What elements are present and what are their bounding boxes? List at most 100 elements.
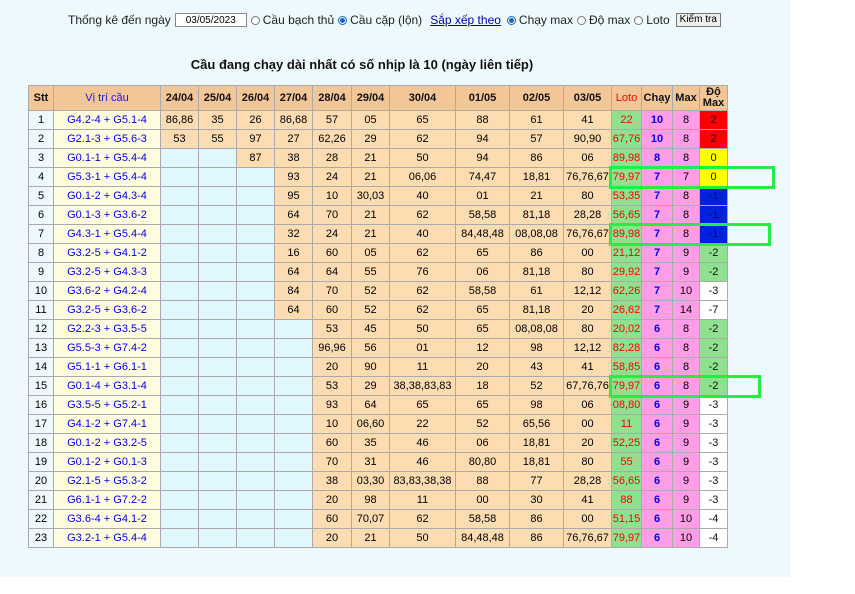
cell-day-value: 28 bbox=[312, 148, 352, 168]
cell-max: 8 bbox=[672, 338, 700, 358]
cell-day-value: 64 bbox=[274, 262, 313, 282]
cell-day-value bbox=[160, 490, 199, 510]
header-date: 26/04 bbox=[236, 85, 275, 111]
cell-loto: 21,12 bbox=[611, 243, 642, 263]
vi-tri-cau-link[interactable]: G5.3-1 + G5.4-4 bbox=[67, 171, 147, 183]
vi-tri-cau-link[interactable]: G2.2-3 + G3.5-5 bbox=[67, 323, 147, 335]
cell-stt: 15 bbox=[28, 376, 54, 396]
cell-day-value: 81,18 bbox=[509, 262, 564, 282]
vi-tri-cau-link[interactable]: G4.3-1 + G5.4-4 bbox=[67, 228, 147, 240]
cell-day-value: 81,18 bbox=[509, 205, 564, 225]
cell-day-value: 86 bbox=[509, 509, 564, 529]
cell-day-value: 11 bbox=[389, 357, 456, 377]
cell-day-value: 50 bbox=[389, 319, 456, 339]
cell-vi-tri-cau: G3.2-5 + G4.3-3 bbox=[53, 262, 161, 282]
radio-loto[interactable]: Loto bbox=[634, 13, 670, 27]
cell-day-value: 00 bbox=[563, 509, 612, 529]
cell-stt: 20 bbox=[28, 471, 54, 491]
cell-max: 8 bbox=[672, 110, 700, 130]
vi-tri-cau-link[interactable]: G0.1-4 + G3.1-4 bbox=[67, 380, 147, 392]
vi-tri-cau-link[interactable]: G4.2-4 + G5.1-4 bbox=[67, 114, 147, 126]
vi-tri-cau-link[interactable]: G3.2-5 + G3.6-2 bbox=[67, 304, 147, 316]
cell-day-value: 29 bbox=[351, 376, 390, 396]
cell-loto: 56,65 bbox=[611, 205, 642, 225]
cell-day-value: 80 bbox=[563, 262, 612, 282]
header-do-max: Độ Max bbox=[699, 85, 728, 111]
header-date: 02/05 bbox=[509, 85, 564, 111]
vi-tri-cau-link[interactable]: G3.2-5 + G4.3-3 bbox=[67, 266, 147, 278]
cell-day-value: 57 bbox=[509, 129, 564, 149]
radio-label: Loto bbox=[646, 13, 670, 27]
radio-cau-cap[interactable]: Cầu cặp (lộn) bbox=[338, 13, 422, 27]
cell-day-value: 10 bbox=[312, 186, 352, 206]
vi-tri-cau-link[interactable]: G4.1-2 + G7.4-1 bbox=[67, 418, 147, 430]
cell-day-value: 65 bbox=[455, 300, 510, 320]
table-row: 13 G5.5-3 + G7.4-2 96,96 56 01 12 98 12,12 82,28… bbox=[28, 338, 728, 358]
table-row: 9 G3.2-5 + G4.3-3 64 64 55 76 06 81,18 80 29,92 7 9… bbox=[28, 262, 728, 282]
radio-do-max[interactable]: Độ max bbox=[576, 13, 631, 27]
page: Thống kê đến ngày Cầu bạch thủ Cầu cặp (… bbox=[0, 0, 855, 594]
cell-day-value bbox=[160, 452, 199, 472]
cell-day-value: 62 bbox=[389, 129, 456, 149]
vi-tri-cau-link[interactable]: G3.6-2 + G4.2-4 bbox=[67, 285, 147, 297]
cell-loto: 51,15 bbox=[611, 509, 642, 529]
cell-max: 8 bbox=[672, 357, 700, 377]
cell-do-max: -2 bbox=[699, 243, 728, 263]
cell-day-value: 55 bbox=[198, 129, 237, 149]
check-button[interactable]: Kiểm tra bbox=[675, 13, 721, 27]
cell-day-value: 53 bbox=[160, 129, 199, 149]
radio-chay-max[interactable]: Chạy max bbox=[506, 13, 573, 27]
vi-tri-cau-link[interactable]: G0.1-2 + G3.2-5 bbox=[67, 437, 147, 449]
cell-loto: 56,65 bbox=[611, 471, 642, 491]
cell-day-value bbox=[274, 414, 313, 434]
cell-day-value: 35 bbox=[351, 433, 390, 453]
cell-day-value: 41 bbox=[563, 110, 612, 130]
cell-do-max: 0 bbox=[699, 148, 728, 168]
cell-vi-tri-cau: G5.1-1 + G6.1-1 bbox=[53, 357, 161, 377]
table-row: 1 G4.2-4 + G5.1-4 86,86 35 26 86,68 57 05 65 88 61… bbox=[28, 110, 728, 130]
cell-do-max: -7 bbox=[699, 300, 728, 320]
cell-day-value bbox=[198, 224, 237, 244]
page-title: Cầu đang chạy dài nhất có số nhịp là 10 … bbox=[190, 57, 534, 72]
table-row: 5 G0.1-2 + G4.3-4 95 10 30,03 40 01 21 80 53,35 7 8… bbox=[28, 186, 728, 206]
date-input[interactable] bbox=[174, 13, 247, 27]
vi-tri-cau-link[interactable]: G2.1-3 + G5.6-3 bbox=[67, 133, 147, 145]
cell-stt: 19 bbox=[28, 452, 54, 472]
vi-tri-cau-link[interactable]: G3.2-5 + G4.1-2 bbox=[67, 247, 147, 259]
sort-link[interactable]: Sắp xếp theo bbox=[430, 13, 501, 27]
table-row: 11 G3.2-5 + G3.6-2 64 60 52 62 65 81,18 20 26,62 7… bbox=[28, 300, 728, 320]
cell-stt: 11 bbox=[28, 300, 54, 320]
cell-do-max: -3 bbox=[699, 471, 728, 491]
cell-day-value: 50 bbox=[389, 148, 456, 168]
cell-day-value bbox=[236, 167, 275, 187]
cell-chay: 7 bbox=[641, 262, 673, 282]
cell-day-value: 65 bbox=[455, 243, 510, 263]
cell-do-max: -3 bbox=[699, 452, 728, 472]
cell-max: 9 bbox=[672, 452, 700, 472]
vi-tri-cau-link[interactable]: G0.1-2 + G0.1-3 bbox=[67, 456, 147, 468]
vi-tri-cau-link[interactable]: G3.2-1 + G5.4-4 bbox=[67, 532, 147, 544]
vi-tri-cau-link[interactable]: G5.5-3 + G7.4-2 bbox=[67, 342, 147, 354]
cell-chay: 7 bbox=[641, 300, 673, 320]
vi-tri-cau-link[interactable]: G0.1-3 + G3.6-2 bbox=[67, 209, 147, 221]
vi-tri-cau-link[interactable]: G6.1-1 + G7.2-2 bbox=[67, 494, 147, 506]
results-table: Stt Vị trí cầu 24/04 25/04 26/04 27/04 2… bbox=[28, 85, 728, 548]
cell-stt: 18 bbox=[28, 433, 54, 453]
vi-tri-cau-link[interactable]: G0.1-1 + G5.4-4 bbox=[67, 152, 147, 164]
radio-cau-bach-thu[interactable]: Cầu bạch thủ bbox=[250, 13, 334, 27]
cell-day-value bbox=[236, 528, 275, 548]
vi-tri-cau-link[interactable]: G3.5-5 + G5.2-1 bbox=[67, 399, 147, 411]
cell-day-value: 65 bbox=[389, 110, 456, 130]
cell-day-value bbox=[160, 376, 199, 396]
radio-label: Độ max bbox=[588, 13, 631, 27]
radio-label: Chạy max bbox=[518, 13, 573, 27]
cell-day-value: 46 bbox=[389, 433, 456, 453]
vi-tri-cau-link[interactable]: G2.1-5 + G5.3-2 bbox=[67, 475, 147, 487]
cell-day-value bbox=[236, 224, 275, 244]
cell-day-value: 70 bbox=[312, 452, 352, 472]
cell-do-max: -1 bbox=[699, 186, 728, 206]
vi-tri-cau-link[interactable]: G5.1-1 + G6.1-1 bbox=[67, 361, 147, 373]
vi-tri-cau-link[interactable]: G3.6-4 + G4.1-2 bbox=[67, 513, 147, 525]
vi-tri-cau-link[interactable]: G0.1-2 + G4.3-4 bbox=[67, 190, 147, 202]
header-max: Max bbox=[672, 85, 700, 111]
